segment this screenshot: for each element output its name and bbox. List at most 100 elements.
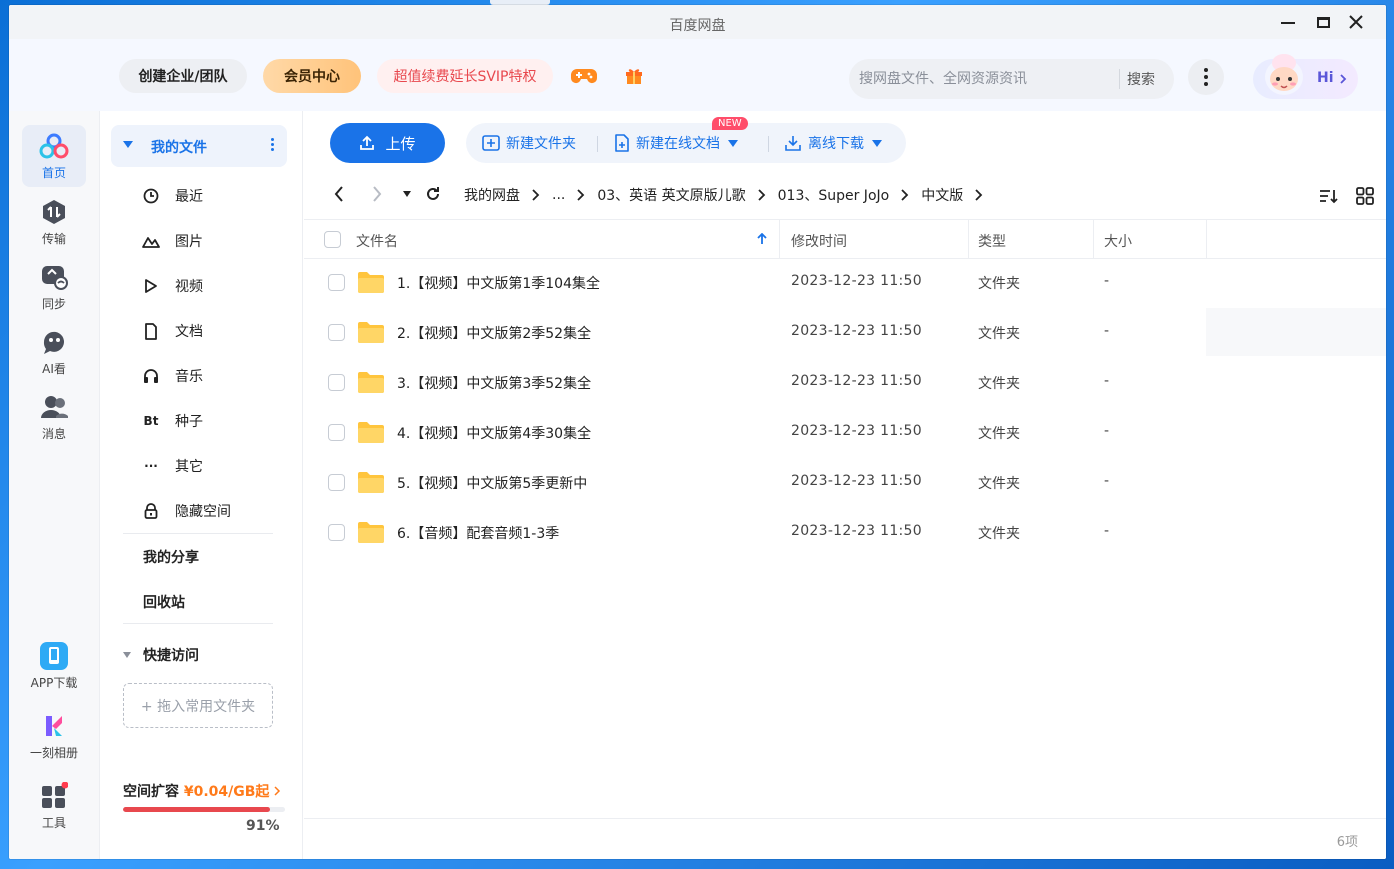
chevron-right-icon xyxy=(975,189,983,201)
close-icon xyxy=(1349,15,1363,29)
history-dropdown-button[interactable] xyxy=(396,183,418,205)
table-row[interactable]: 2.【视频】中文版第2季52集全 2023-12-23 11:50 文件夹 - xyxy=(304,308,1386,358)
column-size[interactable]: 大小 xyxy=(1104,231,1132,251)
quick-access-label: 快捷访问 xyxy=(143,648,199,664)
nav-tools[interactable]: 工具 xyxy=(22,775,86,837)
breadcrumb-item[interactable]: 我的网盘 xyxy=(464,185,520,205)
nav-sync[interactable]: 同步 xyxy=(22,256,86,318)
sidebar-item-label: 视频 xyxy=(175,279,203,295)
table-row[interactable]: 4.【视频】中文版第4季30集全 2023-12-23 11:50 文件夹 - xyxy=(304,408,1386,458)
close-button[interactable] xyxy=(1341,9,1371,35)
kebab-icon[interactable] xyxy=(271,138,274,151)
more-menu-button[interactable] xyxy=(1188,59,1224,95)
sidebar-item-other[interactable]: ··· 其它 xyxy=(141,451,291,481)
row-checkbox[interactable] xyxy=(328,474,345,491)
search-button[interactable]: 搜索 xyxy=(1127,69,1155,89)
sidebar-item-torrent[interactable]: Bt 种子 xyxy=(141,406,291,436)
breadcrumb-item[interactable]: 中文版 xyxy=(921,185,963,205)
nav-label: 工具 xyxy=(41,816,66,830)
sidebar-item-recycle[interactable]: 回收站 xyxy=(143,592,185,612)
gift-icon[interactable] xyxy=(621,63,647,89)
breadcrumb-item[interactable]: 013、Super JoJo xyxy=(778,185,890,205)
column-name[interactable]: 文件名 xyxy=(356,231,398,251)
folder-icon xyxy=(358,422,384,443)
upload-button[interactable]: 上传 xyxy=(330,123,445,163)
nav-app-download[interactable]: APP下载 xyxy=(22,635,86,697)
row-checkbox[interactable] xyxy=(328,524,345,541)
file-size: - xyxy=(1104,323,1110,339)
table-row[interactable]: 6.【音频】配套音频1-3季 2023-12-23 11:50 文件夹 - xyxy=(304,508,1386,558)
nav-messages[interactable]: 消息 xyxy=(22,386,86,448)
storage-progress-fill xyxy=(123,807,271,812)
sort-button[interactable] xyxy=(1318,185,1340,207)
nav-label: 消息 xyxy=(41,427,66,441)
row-checkbox[interactable] xyxy=(328,324,345,341)
nav-home[interactable]: 首页 xyxy=(22,125,86,187)
sidebar-quick-access[interactable]: 快捷访问 xyxy=(123,645,199,665)
user-hi-button[interactable]: Hi xyxy=(1253,54,1358,99)
transfer-icon xyxy=(39,197,69,227)
file-name[interactable]: 5.【视频】中文版第5季更新中 xyxy=(397,473,587,493)
image-icon xyxy=(141,231,161,251)
sidebar-item-my-share[interactable]: 我的分享 xyxy=(143,547,199,567)
table-row[interactable]: 5.【视频】中文版第5季更新中 2023-12-23 11:50 文件夹 - xyxy=(304,458,1386,508)
hi-label: Hi xyxy=(1317,70,1334,86)
new-badge: NEW xyxy=(712,117,748,130)
svip-promo-button[interactable]: 超值续费延长SVIP特权 xyxy=(377,59,553,93)
column-type[interactable]: 类型 xyxy=(978,231,1006,251)
sidebar-item-recent[interactable]: 最近 xyxy=(141,181,291,211)
new-folder-button[interactable]: 新建文件夹 xyxy=(482,133,576,153)
new-online-doc-button[interactable]: 新建在线文档 xyxy=(614,133,738,153)
title-bar: 百度网盘 xyxy=(9,5,1386,39)
storage-expand-link[interactable]: 空间扩容 ¥0.04/GB起 xyxy=(123,781,281,801)
table-row[interactable]: 3.【视频】中文版第3季52集全 2023-12-23 11:50 文件夹 - xyxy=(304,358,1386,408)
storage-progress-bar xyxy=(123,807,285,812)
vip-center-button[interactable]: 会员中心 xyxy=(263,59,361,93)
breadcrumb-item[interactable]: 03、英语 英文原版儿歌 xyxy=(597,185,745,205)
forward-button[interactable] xyxy=(366,183,388,205)
clock-icon xyxy=(141,186,161,206)
nav-ai-view[interactable]: AI看 xyxy=(22,321,86,383)
sidebar-item-docs[interactable]: 文档 xyxy=(141,316,291,346)
offline-download-button[interactable]: 离线下载 xyxy=(784,133,882,153)
sort-asc-arrow-icon xyxy=(757,233,767,244)
minimize-button[interactable] xyxy=(1273,9,1303,35)
nav-transfer[interactable]: 传输 xyxy=(22,191,86,253)
sidebar-item-hidden-space[interactable]: 隐藏空间 xyxy=(141,496,291,526)
download-icon xyxy=(784,135,802,151)
sidebar-item-videos[interactable]: 视频 xyxy=(141,271,291,301)
file-name[interactable]: 1.【视频】中文版第1季104集全 xyxy=(397,273,600,293)
headphone-icon xyxy=(141,366,161,386)
back-button[interactable] xyxy=(328,183,350,205)
file-name[interactable]: 4.【视频】中文版第4季30集全 xyxy=(397,423,591,443)
new-folder-label: 新建文件夹 xyxy=(506,136,576,152)
create-team-button[interactable]: 创建企业/团队 xyxy=(119,59,247,93)
breadcrumb-item[interactable]: ... xyxy=(552,187,565,203)
folder-icon xyxy=(358,472,384,493)
nav-label: 首页 xyxy=(41,166,66,180)
avatar xyxy=(1265,54,1303,95)
file-name[interactable]: 3.【视频】中文版第3季52集全 xyxy=(397,373,591,393)
sidebar-item-label: 最近 xyxy=(175,189,203,205)
sidebar-item-music[interactable]: 音乐 xyxy=(141,361,291,391)
nav-label: 同步 xyxy=(41,297,66,311)
gamepad-icon[interactable] xyxy=(571,63,597,89)
search-input[interactable] xyxy=(859,67,1109,91)
file-name[interactable]: 6.【音频】配套音频1-3季 xyxy=(397,523,559,543)
sync-icon xyxy=(39,262,69,292)
drop-folder-zone[interactable]: + 拖入常用文件夹 xyxy=(123,683,273,728)
sidebar-item-my-files[interactable]: 我的文件 xyxy=(111,125,287,167)
table-row[interactable]: 1.【视频】中文版第1季104集全 2023-12-23 11:50 文件夹 - xyxy=(304,258,1386,308)
row-checkbox[interactable] xyxy=(328,424,345,441)
row-checkbox[interactable] xyxy=(328,274,345,291)
file-name[interactable]: 2.【视频】中文版第2季52集全 xyxy=(397,323,591,343)
action-toolbar: 新建文件夹 新建在线文档 NEW 离线下载 xyxy=(466,117,906,163)
grid-view-button[interactable] xyxy=(1354,185,1376,207)
select-all-checkbox[interactable] xyxy=(324,231,341,248)
column-time[interactable]: 修改时间 xyxy=(791,231,847,251)
row-checkbox[interactable] xyxy=(328,374,345,391)
maximize-button[interactable] xyxy=(1308,9,1338,35)
nav-album[interactable]: 一刻相册 xyxy=(22,705,86,767)
refresh-button[interactable] xyxy=(422,183,444,205)
sidebar-item-images[interactable]: 图片 xyxy=(141,226,291,256)
